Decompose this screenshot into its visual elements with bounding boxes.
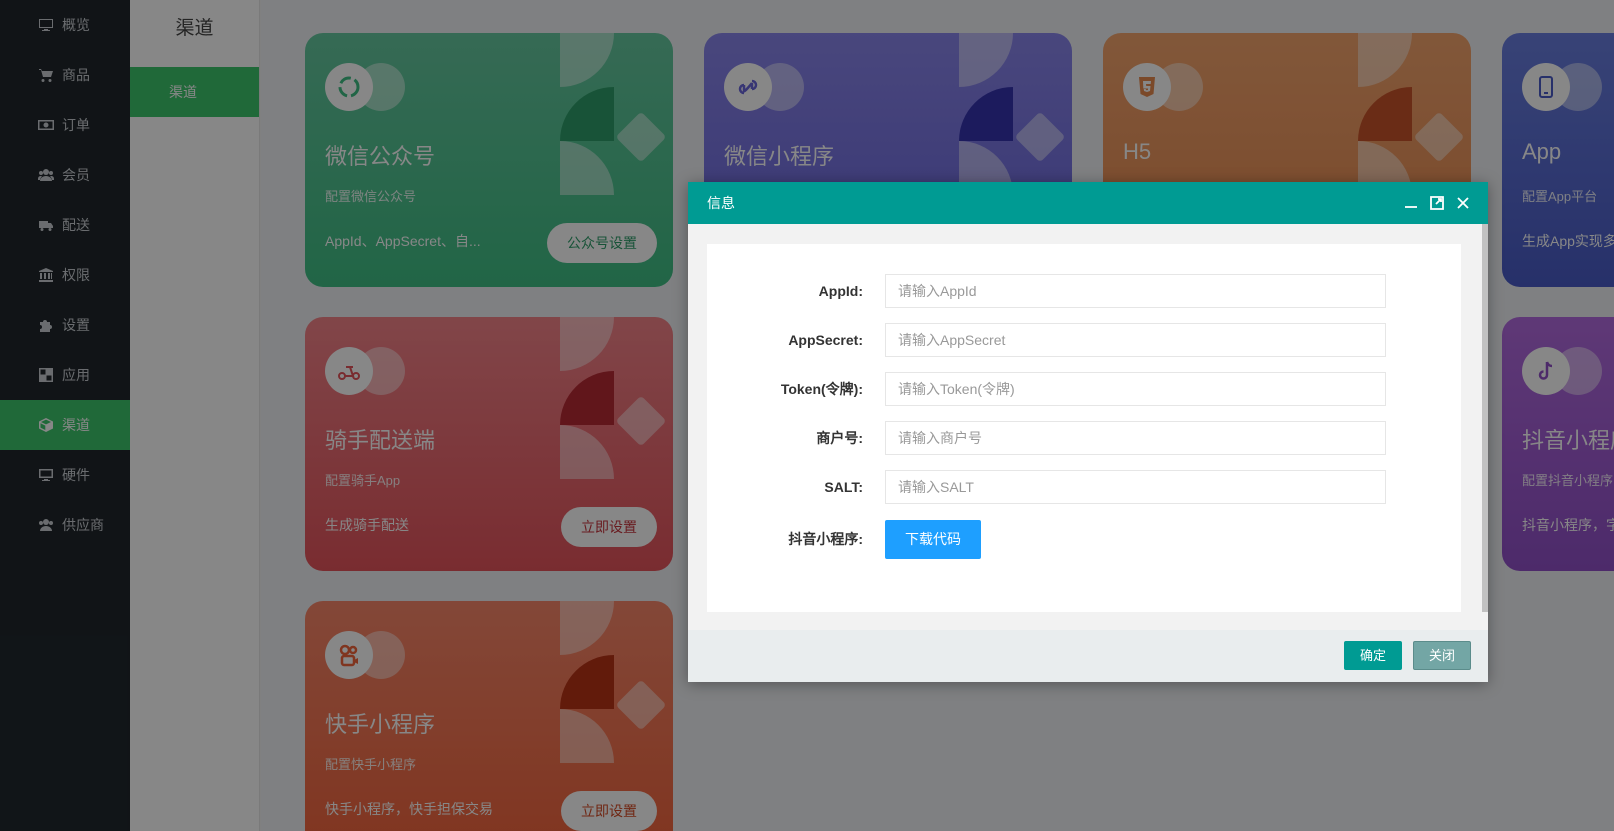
form-row-download: 抖音小程序: 下载代码: [707, 519, 1461, 559]
dialog-title: 信息: [707, 195, 735, 211]
minimize-icon[interactable]: [1398, 192, 1424, 214]
download-code-button[interactable]: 下载代码: [885, 519, 981, 559]
confirm-button[interactable]: 确定: [1344, 641, 1403, 670]
form-row-appsecret: AppSecret:: [707, 323, 1461, 357]
close-icon[interactable]: [1450, 192, 1476, 214]
dialog-scrollbar[interactable]: [1482, 224, 1488, 612]
dialog-form: AppId: AppSecret: Token(令牌): 商户号: SALT: …: [707, 244, 1461, 612]
dialog-footer: 确定 关闭: [688, 630, 1488, 682]
appid-label: AppId:: [818, 283, 863, 299]
merchant-id-label: 商户号:: [816, 430, 863, 446]
salt-input[interactable]: [885, 470, 1386, 504]
form-row-salt: SALT:: [707, 470, 1461, 504]
token-label: Token(令牌):: [780, 381, 863, 397]
form-row-token: Token(令牌):: [707, 372, 1461, 406]
salt-label: SALT:: [824, 479, 863, 495]
maximize-icon[interactable]: [1424, 192, 1450, 214]
info-dialog: 信息 AppId: AppSecret: Token(令牌): 商户号: SAL…: [688, 182, 1488, 682]
appsecret-label: AppSecret:: [788, 332, 863, 348]
appsecret-input[interactable]: [885, 323, 1386, 357]
token-input[interactable]: [885, 372, 1386, 406]
form-row-merchant-id: 商户号:: [707, 421, 1461, 455]
merchant-id-input[interactable]: [885, 421, 1386, 455]
dialog-header: 信息: [688, 182, 1488, 224]
douyin-miniprogram-label: 抖音小程序:: [788, 531, 863, 547]
close-button[interactable]: 关闭: [1413, 641, 1472, 670]
appid-input[interactable]: [885, 274, 1386, 308]
form-row-appid: AppId:: [707, 274, 1461, 308]
